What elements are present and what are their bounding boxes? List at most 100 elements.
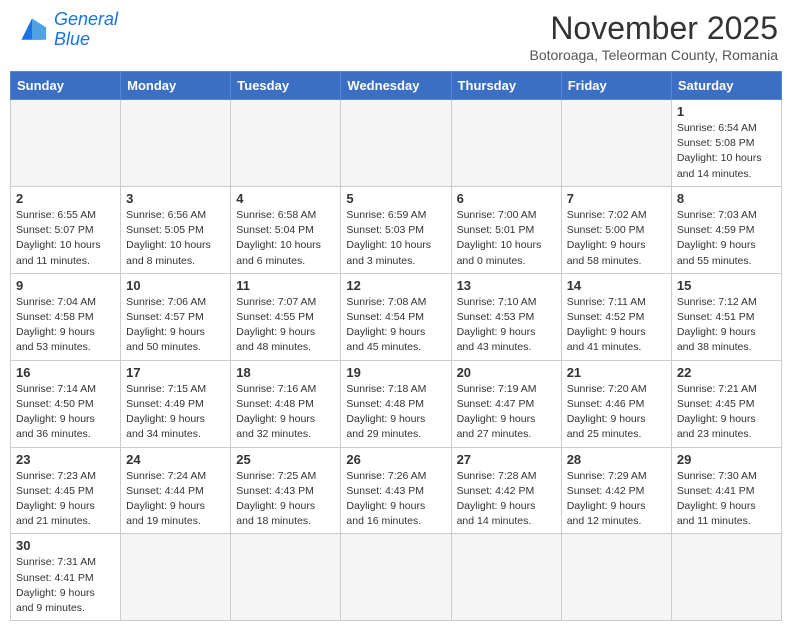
day-number: 26 [346, 452, 445, 467]
week-row-6: 30Sunrise: 7:31 AM Sunset: 4:41 PM Dayli… [11, 534, 782, 621]
day-info: Sunrise: 7:20 AM Sunset: 4:46 PM Dayligh… [567, 382, 666, 443]
weekday-header-monday: Monday [121, 72, 231, 100]
weekday-header-wednesday: Wednesday [341, 72, 451, 100]
calendar-cell: 19 Sunrise: 7:18 AM Sunset: 4:48 PM Dayli… [341, 360, 451, 447]
day-number: 13 [457, 278, 556, 293]
day-number: 9 [16, 278, 115, 293]
calendar-cell: 24Sunrise: 7:24 AM Sunset: 4:44 PM Dayli… [121, 447, 231, 534]
day-number: 12 [346, 278, 445, 293]
day-number: 6 [457, 191, 556, 206]
calendar-cell [451, 534, 561, 621]
day-number: 22 [677, 365, 776, 380]
calendar-cell [341, 100, 451, 187]
logo-line2: Blue [54, 29, 90, 49]
calendar-cell: 23Sunrise: 7:23 AM Sunset: 4:45 PM Dayli… [11, 447, 121, 534]
calendar-cell: 28Sunrise: 7:29 AM Sunset: 4:42 PM Dayli… [561, 447, 671, 534]
day-info: Sunrise: 7:30 AM Sunset: 4:41 PM Dayligh… [677, 469, 776, 530]
day-info: Sunrise: 7:23 AM Sunset: 4:45 PM Dayligh… [16, 469, 115, 530]
day-info: Sunrise: 6:58 AM Sunset: 5:04 PM Dayligh… [236, 208, 335, 269]
calendar-cell: 27Sunrise: 7:28 AM Sunset: 4:42 PM Dayli… [451, 447, 561, 534]
calendar-cell: 22 Sunrise: 7:21 AM Sunset: 4:45 PM Dayli… [671, 360, 781, 447]
calendar-cell: 10Sunrise: 7:06 AM Sunset: 4:57 PM Dayli… [121, 273, 231, 360]
calendar-cell: 5Sunrise: 6:59 AM Sunset: 5:03 PM Daylig… [341, 186, 451, 273]
day-info: Sunrise: 7:12 AM Sunset: 4:51 PM Dayligh… [677, 295, 776, 356]
calendar-cell: 30Sunrise: 7:31 AM Sunset: 4:41 PM Dayli… [11, 534, 121, 621]
calendar-cell [561, 534, 671, 621]
day-info: Sunrise: 7:24 AM Sunset: 4:44 PM Dayligh… [126, 469, 225, 530]
calendar-cell: 12Sunrise: 7:08 AM Sunset: 4:54 PM Dayli… [341, 273, 451, 360]
day-info: Sunrise: 7:29 AM Sunset: 4:42 PM Dayligh… [567, 469, 666, 530]
calendar-cell: 1 Sunrise: 6:54 AM Sunset: 5:08 PM Daylig… [671, 100, 781, 187]
day-number: 19 [346, 365, 445, 380]
logo-line1: General [54, 9, 118, 29]
day-number: 7 [567, 191, 666, 206]
day-info: Sunrise: 6:55 AM Sunset: 5:07 PM Dayligh… [16, 208, 115, 269]
calendar-cell [671, 534, 781, 621]
calendar-cell: 2Sunrise: 6:55 AM Sunset: 5:07 PM Daylig… [11, 186, 121, 273]
calendar-cell: 18 Sunrise: 7:16 AM Sunset: 4:48 PM Dayli… [231, 360, 341, 447]
day-number: 8 [677, 191, 776, 206]
day-info: Sunrise: 7:16 AM Sunset: 4:48 PM Dayligh… [236, 382, 335, 443]
weekday-header-sunday: Sunday [11, 72, 121, 100]
weekday-header-tuesday: Tuesday [231, 72, 341, 100]
day-number: 15 [677, 278, 776, 293]
day-number: 1 [677, 104, 776, 119]
day-number: 16 [16, 365, 115, 380]
day-info: Sunrise: 7:25 AM Sunset: 4:43 PM Dayligh… [236, 469, 335, 530]
weekday-header-saturday: Saturday [671, 72, 781, 100]
day-info: Sunrise: 7:04 AM Sunset: 4:58 PM Dayligh… [16, 295, 115, 356]
logo: General Blue [14, 10, 118, 50]
day-info: Sunrise: 7:15 AM Sunset: 4:49 PM Dayligh… [126, 382, 225, 443]
calendar-cell [231, 100, 341, 187]
calendar-cell: 4 Sunrise: 6:58 AM Sunset: 5:04 PM Daylig… [231, 186, 341, 273]
calendar-cell: 25 Sunrise: 7:25 AM Sunset: 4:43 PM Dayli… [231, 447, 341, 534]
calendar-cell: 8Sunrise: 7:03 AM Sunset: 4:59 PM Daylig… [671, 186, 781, 273]
day-info: Sunrise: 7:18 AM Sunset: 4:48 PM Dayligh… [346, 382, 445, 443]
calendar-cell: 26 Sunrise: 7:26 AM Sunset: 4:43 PM Dayli… [341, 447, 451, 534]
day-number: 14 [567, 278, 666, 293]
day-info: Sunrise: 6:54 AM Sunset: 5:08 PM Dayligh… [677, 121, 776, 182]
calendar-cell [231, 534, 341, 621]
calendar-table: SundayMondayTuesdayWednesdayThursdayFrid… [10, 71, 782, 621]
calendar-cell: 21Sunrise: 7:20 AM Sunset: 4:46 PM Dayli… [561, 360, 671, 447]
calendar-cell [121, 534, 231, 621]
calendar-cell: 14 Sunrise: 7:11 AM Sunset: 4:52 PM Dayli… [561, 273, 671, 360]
week-row-5: 23Sunrise: 7:23 AM Sunset: 4:45 PM Dayli… [11, 447, 782, 534]
calendar-cell: 29 Sunrise: 7:30 AM Sunset: 4:41 PM Dayli… [671, 447, 781, 534]
day-info: Sunrise: 7:14 AM Sunset: 4:50 PM Dayligh… [16, 382, 115, 443]
calendar-cell [121, 100, 231, 187]
day-number: 20 [457, 365, 556, 380]
day-info: Sunrise: 7:02 AM Sunset: 5:00 PM Dayligh… [567, 208, 666, 269]
day-info: Sunrise: 7:21 AM Sunset: 4:45 PM Dayligh… [677, 382, 776, 443]
month-title: November 2025 [529, 10, 778, 47]
day-number: 27 [457, 452, 556, 467]
calendar-cell: 3 Sunrise: 6:56 AM Sunset: 5:05 PM Daylig… [121, 186, 231, 273]
day-number: 3 [126, 191, 225, 206]
logo-text: General Blue [54, 10, 118, 50]
day-number: 17 [126, 365, 225, 380]
calendar-cell: 15 Sunrise: 7:12 AM Sunset: 4:51 PM Dayli… [671, 273, 781, 360]
logo-icon [14, 15, 50, 45]
day-info: Sunrise: 7:26 AM Sunset: 4:43 PM Dayligh… [346, 469, 445, 530]
calendar-cell: 7 Sunrise: 7:02 AM Sunset: 5:00 PM Daylig… [561, 186, 671, 273]
calendar-cell [451, 100, 561, 187]
day-number: 29 [677, 452, 776, 467]
day-number: 4 [236, 191, 335, 206]
calendar-cell: 16 Sunrise: 7:14 AM Sunset: 4:50 PM Dayli… [11, 360, 121, 447]
day-info: Sunrise: 7:10 AM Sunset: 4:53 PM Dayligh… [457, 295, 556, 356]
day-number: 25 [236, 452, 335, 467]
calendar-cell [561, 100, 671, 187]
page-header: General Blue November 2025 Botoroaga, Te… [10, 10, 782, 63]
week-row-1: 1 Sunrise: 6:54 AM Sunset: 5:08 PM Daylig… [11, 100, 782, 187]
day-info: Sunrise: 6:56 AM Sunset: 5:05 PM Dayligh… [126, 208, 225, 269]
day-number: 18 [236, 365, 335, 380]
calendar-cell [11, 100, 121, 187]
day-number: 30 [16, 538, 115, 553]
day-number: 11 [236, 278, 335, 293]
calendar-cell: 13 Sunrise: 7:10 AM Sunset: 4:53 PM Dayli… [451, 273, 561, 360]
day-info: Sunrise: 7:19 AM Sunset: 4:47 PM Dayligh… [457, 382, 556, 443]
day-info: Sunrise: 7:06 AM Sunset: 4:57 PM Dayligh… [126, 295, 225, 356]
weekday-header-thursday: Thursday [451, 72, 561, 100]
day-info: Sunrise: 7:11 AM Sunset: 4:52 PM Dayligh… [567, 295, 666, 356]
weekday-header-row: SundayMondayTuesdayWednesdayThursdayFrid… [11, 72, 782, 100]
